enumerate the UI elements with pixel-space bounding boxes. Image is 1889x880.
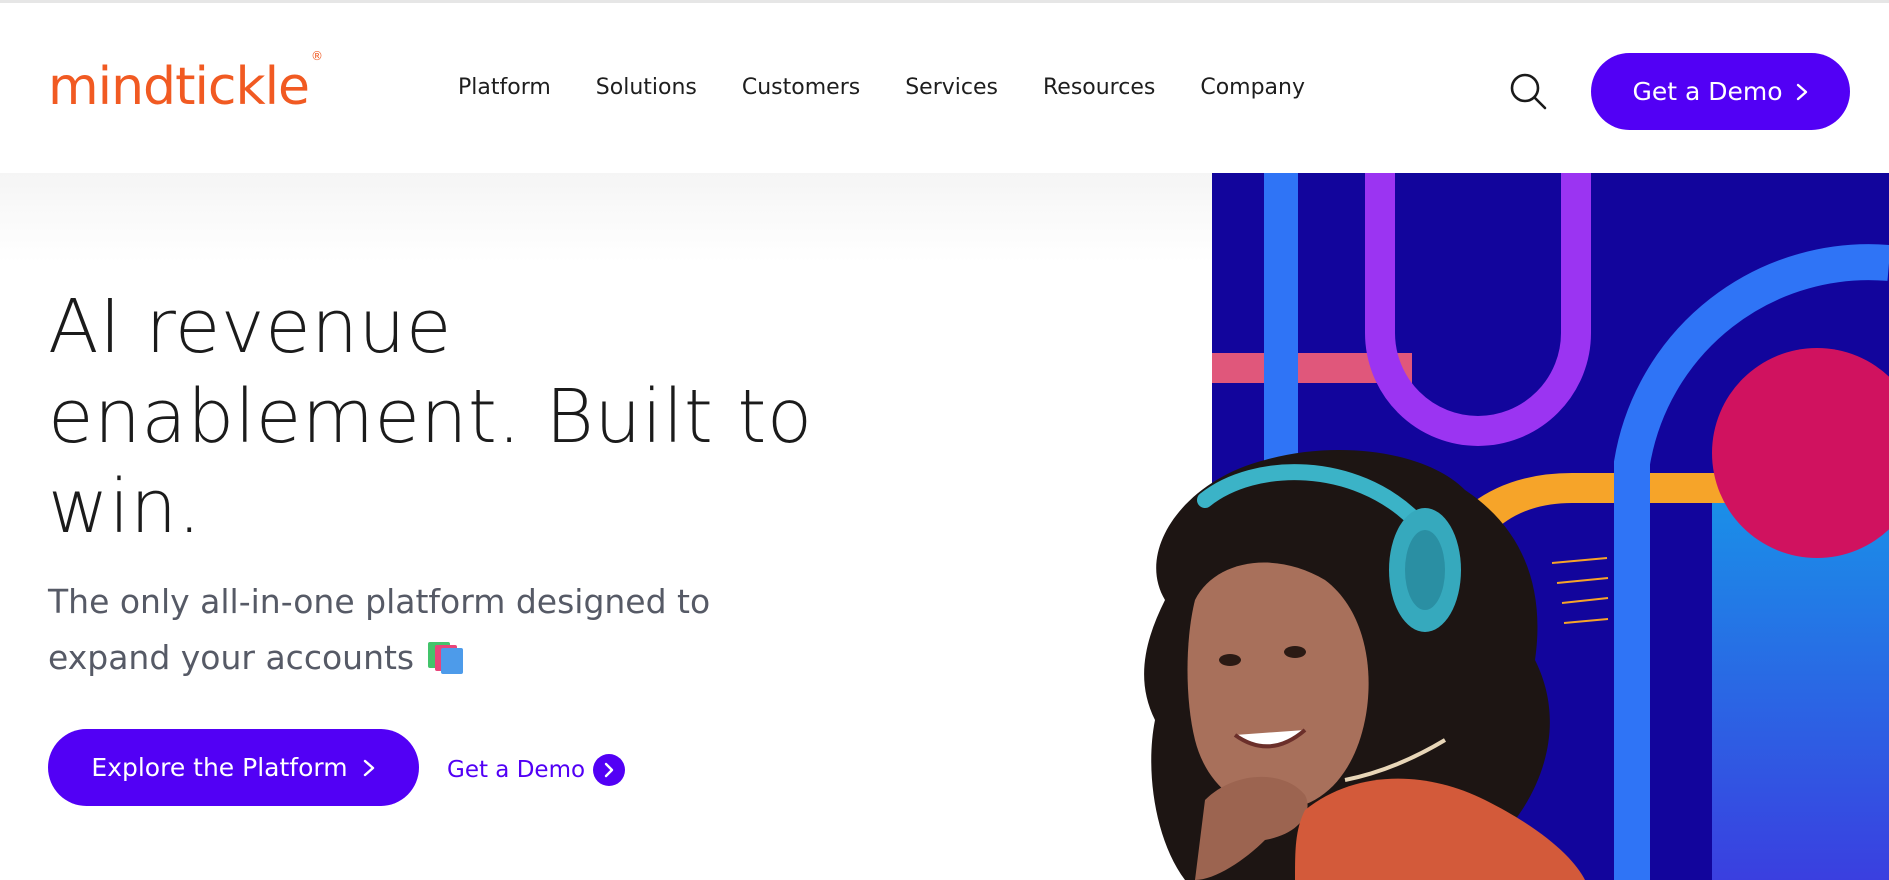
chevron-right-circle-icon — [593, 754, 626, 786]
nav-item-customers[interactable]: Customers — [742, 75, 860, 100]
books-icon — [428, 640, 464, 674]
header-get-demo-button[interactable]: Get a Demo — [1591, 53, 1850, 130]
mindtickle-logo[interactable]: mindtickle® — [48, 50, 323, 113]
hero-headline: AI revenue enablement. Built to win. — [48, 284, 813, 550]
hero-subheadline-text: The only all-in-one platform designed to… — [48, 582, 711, 677]
explore-platform-button[interactable]: Explore the Platform — [48, 729, 419, 806]
nav-item-resources[interactable]: Resources — [1043, 75, 1155, 100]
nav-item-services[interactable]: Services — [905, 75, 998, 100]
explore-platform-label: Explore the Platform — [91, 753, 348, 782]
main-nav: Platform Solutions Customers Services Re… — [458, 75, 1350, 100]
hero-get-demo-link[interactable]: Get a Demo — [447, 754, 626, 786]
logo-text: mindtickle — [48, 57, 310, 117]
hero-get-demo-label: Get a Demo — [447, 757, 586, 783]
search-icon — [1510, 73, 1547, 110]
chevron-right-icon — [1796, 83, 1807, 100]
search-button[interactable] — [1508, 71, 1548, 111]
nav-item-platform[interactable]: Platform — [458, 75, 551, 100]
nav-item-company[interactable]: Company — [1200, 75, 1305, 100]
chevron-right-icon — [363, 759, 374, 776]
hero-subheadline: The only all-in-one platform designed to… — [48, 574, 808, 686]
nav-item-solutions[interactable]: Solutions — [596, 75, 697, 100]
header-get-demo-label: Get a Demo — [1632, 77, 1783, 106]
site-header: mindtickle® Platform Solutions Customers… — [0, 3, 1889, 173]
registered-mark: ® — [311, 48, 323, 63]
woman-with-headphones-image — [1144, 450, 1585, 880]
